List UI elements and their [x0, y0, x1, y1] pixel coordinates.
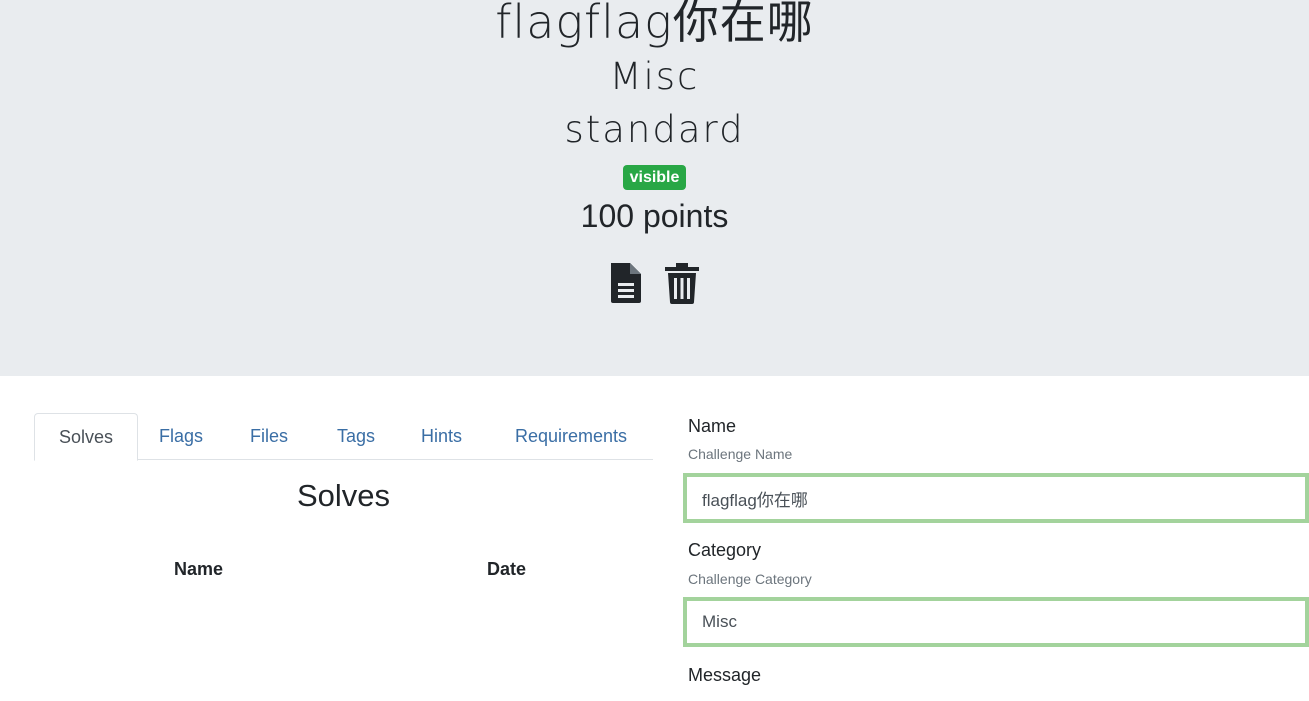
tab-hints[interactable]: Hints — [421, 413, 462, 460]
name-input[interactable] — [683, 473, 1309, 523]
edit-description-button[interactable] — [608, 262, 646, 304]
name-help-text: Challenge Name — [688, 446, 793, 462]
column-header-date[interactable]: Date — [487, 559, 526, 580]
challenge-title: flagflag你在哪 — [495, 0, 814, 49]
delete-challenge-button[interactable] — [663, 262, 701, 304]
challenge-points: 100 points — [580, 198, 729, 234]
solves-heading: Solves — [296, 478, 391, 513]
file-text-icon — [611, 263, 642, 303]
visibility-badge: visible — [622, 165, 687, 190]
category-input[interactable] — [683, 597, 1309, 647]
tab-requirements[interactable]: Requirements — [515, 413, 627, 460]
tab-tags[interactable]: Tags — [337, 413, 375, 460]
column-header-name[interactable]: Name — [174, 559, 223, 580]
message-label: Message — [688, 665, 762, 685]
challenge-header: flagflag你在哪 Misc standard visible 100 po… — [0, 0, 1309, 376]
tab-solves[interactable]: Solves — [34, 413, 139, 461]
tab-flags[interactable]: Flags — [159, 413, 203, 460]
trash-icon — [664, 263, 699, 304]
challenge-type: standard — [564, 108, 745, 151]
challenge-tabs: Solves Flags Files Tags Hints Requiremen… — [34, 413, 653, 461]
category-help-text: Challenge Category — [688, 571, 812, 587]
tab-files[interactable]: Files — [250, 413, 288, 460]
category-label: Category — [688, 540, 762, 560]
challenge-category: Misc — [609, 55, 700, 98]
name-label: Name — [688, 416, 737, 436]
